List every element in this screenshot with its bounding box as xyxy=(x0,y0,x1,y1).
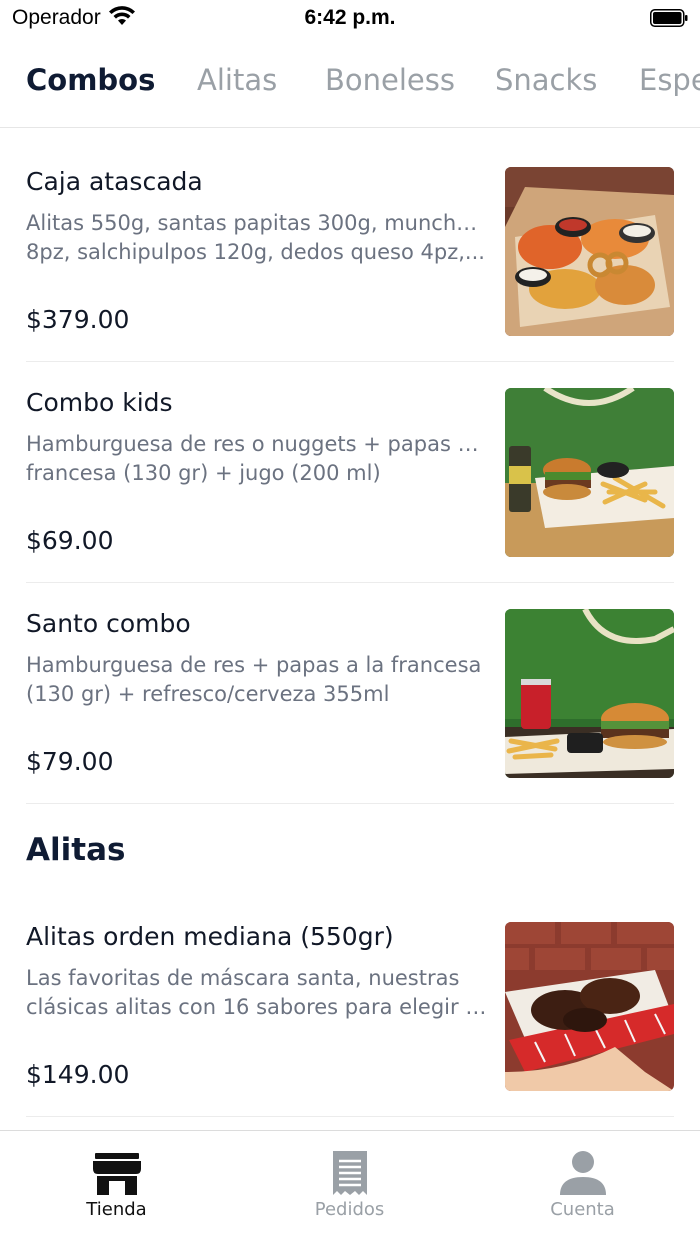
item-price: $79.00 xyxy=(26,747,114,776)
tab-snacks[interactable]: Snacks xyxy=(495,56,597,104)
tabbar-label-pedidos: Pedidos xyxy=(314,1199,385,1220)
item-name: Alitas orden mediana (550gr) xyxy=(26,922,394,951)
item-image-combo-box[interactable] xyxy=(505,167,674,336)
item-divider xyxy=(26,582,674,583)
item-description: Alitas 550g, santas papitas 300g, munche… xyxy=(26,209,488,267)
item-description-line: Alitas 550g, santas papitas 300g, munche… xyxy=(26,211,488,235)
item-description: Hamburguesa de res o nuggets + papas a l… xyxy=(26,430,488,488)
item-description-line: clásicas alitas con 16 sabores para eleg… xyxy=(26,995,488,1019)
menu-item-caja-atascada[interactable]: Caja atascada Alitas 550g, santas papita… xyxy=(26,167,674,363)
tabbar-item-tienda[interactable]: Tienda xyxy=(0,1131,233,1244)
menu-item-combo-kids[interactable]: Combo kids Hamburguesa de res o nuggets … xyxy=(26,388,674,584)
item-price: $379.00 xyxy=(26,305,130,334)
item-description: Las favoritas de máscara santa, nuestras… xyxy=(26,964,488,1022)
item-description-line: 8pz, salchipulpos 120g, dedos queso 4pz,… xyxy=(26,240,485,264)
item-name: Caja atascada xyxy=(26,167,203,196)
item-description: Hamburguesa de res + papas a la francesa… xyxy=(26,651,488,709)
item-name: Combo kids xyxy=(26,388,173,417)
category-tabs: Combos Alitas Boneless Snacks Espe xyxy=(0,56,700,106)
tabbar-item-cuenta[interactable]: Cuenta xyxy=(466,1131,699,1244)
store-icon xyxy=(92,1153,141,1195)
status-bar: Operador 6:42 p.m. xyxy=(0,0,700,36)
item-divider xyxy=(26,1116,674,1117)
menu-item-santo-combo[interactable]: Santo combo Hamburguesa de res + papas a… xyxy=(26,609,674,805)
item-price: $69.00 xyxy=(26,526,114,555)
item-image-alitas[interactable] xyxy=(505,922,674,1091)
item-description-line: (130 gr) + refresco/cerveza 355ml xyxy=(26,682,390,706)
tabbar-label-tienda: Tienda xyxy=(86,1199,147,1220)
item-name: Santo combo xyxy=(26,609,191,638)
tab-combos[interactable]: Combos xyxy=(26,56,155,104)
tabs-divider xyxy=(0,127,700,128)
item-price: $149.00 xyxy=(26,1060,130,1089)
item-divider xyxy=(26,803,674,804)
item-description-line: Hamburguesa de res o nuggets + papas a l… xyxy=(26,432,488,456)
item-description-line: francesa (130 gr) + jugo (200 ml) xyxy=(26,461,381,485)
item-description-line: Las favoritas de máscara santa, nuestras xyxy=(26,966,460,990)
receipt-icon xyxy=(332,1151,367,1195)
tabbar-label-cuenta: Cuenta xyxy=(550,1199,615,1220)
item-divider xyxy=(26,361,674,362)
item-image-santo-combo[interactable] xyxy=(505,609,674,778)
item-description-line: Hamburguesa de res + papas a la francesa xyxy=(26,653,482,677)
tab-alitas[interactable]: Alitas xyxy=(197,56,277,104)
tab-especiales[interactable]: Espe xyxy=(639,56,700,104)
battery-icon xyxy=(650,9,688,27)
tab-boneless[interactable]: Boneless xyxy=(325,56,455,104)
bottom-tab-bar: Tienda Pedidos Cuenta xyxy=(0,1130,700,1244)
status-time: 6:42 p.m. xyxy=(304,6,396,29)
item-image-kids-combo[interactable] xyxy=(505,388,674,557)
person-icon xyxy=(559,1151,606,1195)
tabbar-item-pedidos[interactable]: Pedidos xyxy=(233,1131,466,1244)
menu-item-alitas-mediana[interactable]: Alitas orden mediana (550gr) Las favorit… xyxy=(26,922,674,1118)
section-title-alitas: Alitas xyxy=(26,832,126,868)
